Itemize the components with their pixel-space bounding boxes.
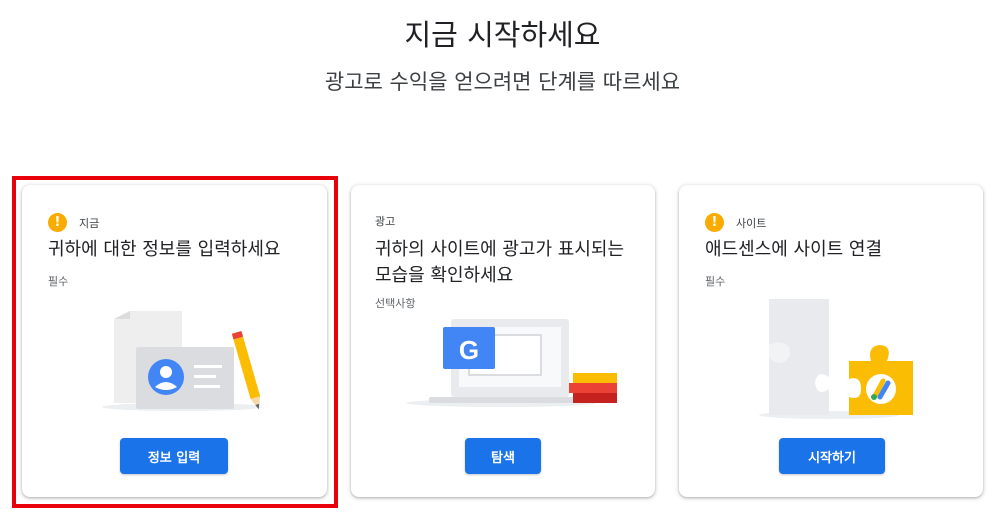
warning-icon: ! — [705, 213, 724, 232]
requirement-label: 필수 — [48, 275, 69, 288]
enter-info-button[interactable]: 정보 입력 — [120, 438, 228, 474]
page-title: 지금 시작하세요 — [404, 18, 601, 52]
step-card-connect-site: ! 사이트 애드센스에 사이트 연결 필수 시작하기 — [679, 185, 983, 497]
requirement-label: 필수 — [705, 275, 726, 288]
status-row: 광고 — [375, 213, 395, 229]
laptop-ads-illustration: G — [406, 319, 617, 407]
warning-icon: ! — [48, 213, 67, 232]
card-title: 귀하에 대한 정보를 입력하세요 — [48, 239, 281, 260]
puzzle-illustration — [759, 299, 913, 419]
card-title: 애드센스에 사이트 연결 — [705, 239, 883, 260]
profile-card-illustration — [102, 311, 262, 411]
step-card-user-info: ! 지금 귀하에 대한 정보를 입력하세요 필수 정보 입력 — [22, 185, 327, 497]
page-subtitle: 광고로 수익을 얻으려면 단계를 따르세요 — [324, 70, 681, 94]
explore-button[interactable]: 탐색 — [465, 438, 541, 474]
status-label: 광고 — [375, 215, 396, 228]
get-started-page: 지금 시작하세요 광고로 수익을 얻으려면 단계를 따르세요 ! 지금 귀하에 … — [0, 0, 1005, 521]
card-title: 귀하의 사이트에 광고가 표시되는 모습을 확인하세요 — [375, 239, 625, 286]
status-label: 사이트 — [736, 216, 767, 230]
optional-label: 선택사항 — [375, 297, 416, 310]
status-row: ! 사이트 — [705, 213, 766, 232]
get-started-button[interactable]: 시작하기 — [779, 438, 885, 474]
status-row: ! 지금 — [48, 213, 99, 232]
step-card-ad-preview: 광고 귀하의 사이트에 광고가 표시되는 모습을 확인하세요 선택사항 G 탐색 — [351, 185, 655, 497]
g-letter: G — [459, 335, 479, 365]
status-label: 지금 — [79, 216, 100, 230]
